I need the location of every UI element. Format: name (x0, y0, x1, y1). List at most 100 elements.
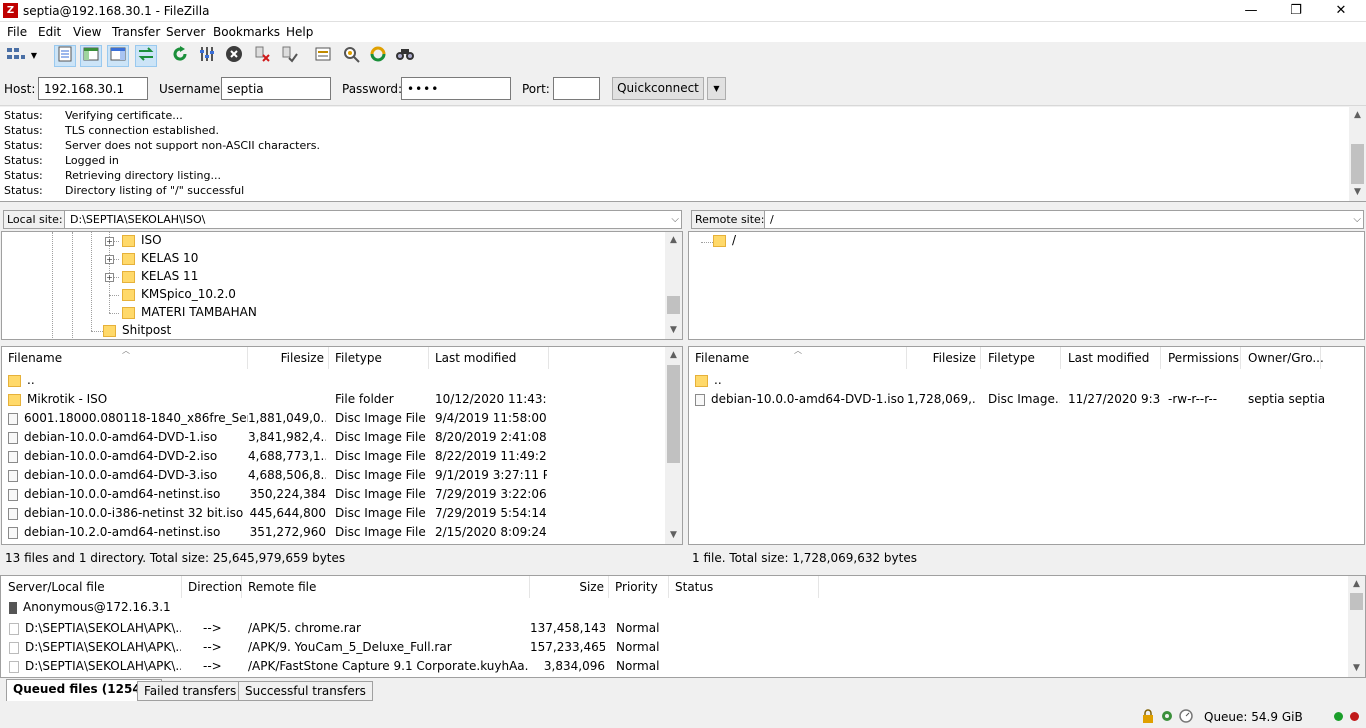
disconnect-icon[interactable] (251, 45, 273, 67)
process-queue-icon[interactable] (196, 45, 218, 67)
file-row[interactable]: Mikrotik - ISO File folder 10/12/2020 11:4… (2, 390, 682, 409)
search-icon[interactable] (394, 45, 416, 67)
toggle-remote-tree-icon[interactable] (107, 45, 129, 67)
file-row[interactable]: debian-10.0.0-amd64-DVD-2.iso 4,688,773,1… (2, 447, 682, 466)
username-input[interactable]: septia (221, 77, 331, 100)
close-button[interactable]: ✕ (1318, 0, 1364, 22)
expand-icon[interactable]: + (105, 255, 114, 264)
quickconnect-button[interactable]: Quickconnect (612, 77, 704, 100)
column-header-remote-file[interactable]: Remote file (242, 576, 530, 598)
scroll-thumb[interactable] (1350, 593, 1363, 610)
file-row[interactable]: debian-10.0.0-amd64-DVD-1.iso 3,841,982,4… (2, 428, 682, 447)
chevron-down-icon[interactable]: ⌵ (671, 214, 679, 225)
cancel-icon[interactable] (223, 45, 245, 67)
minimize-button[interactable]: — (1228, 0, 1274, 22)
queue-server-row[interactable]: Anonymous@172.16.3.1 (9, 600, 171, 619)
menu-file[interactable]: File (7, 25, 27, 39)
scroll-up-icon[interactable]: ▲ (665, 347, 682, 364)
column-header-server-local[interactable]: Server/Local file (1, 576, 182, 598)
scroll-down-icon[interactable]: ▼ (665, 322, 682, 339)
menu-transfer[interactable]: Transfer (112, 25, 160, 39)
file-row[interactable]: debian-10.0.0-i386-netinst 32 bit.iso 445… (2, 504, 682, 523)
scroll-down-icon[interactable]: ▼ (1349, 184, 1366, 201)
tree-node[interactable]: KELAS 10 (122, 251, 198, 269)
speed-limit-icon[interactable] (1179, 709, 1193, 723)
scroll-thumb[interactable] (1351, 144, 1364, 184)
refresh-icon[interactable] (169, 45, 191, 67)
column-header-owner[interactable]: Owner/Gro... (1241, 347, 1324, 369)
menu-server[interactable]: Server (166, 25, 205, 39)
tree-node[interactable]: KMSpico_10.2.0 (122, 287, 236, 305)
file-row[interactable]: debian-10.2.0-amd64-netinst.iso 351,272,9… (2, 523, 682, 542)
column-header-filesize[interactable]: Filesize (907, 347, 981, 369)
tree-node[interactable]: Shitpost (103, 323, 171, 341)
port-input[interactable] (553, 77, 600, 100)
toggle-local-tree-icon[interactable] (80, 45, 102, 67)
queue-scrollbar[interactable]: ▲ ▼ (1348, 576, 1365, 677)
file-row[interactable]: .. (2, 371, 682, 390)
local-file-cell: D:\SEPTIA\SEKOLAH\APK\... (9, 621, 181, 635)
local-path-input[interactable]: D:\SEPTIA\SEKOLAH\ISO\ ⌵ (64, 210, 682, 229)
file-row[interactable]: .. (689, 371, 1364, 390)
restore-button[interactable]: ❐ (1273, 0, 1319, 22)
column-header-direction[interactable]: Direction (182, 576, 242, 598)
column-header-modified[interactable]: Last modified (1061, 347, 1161, 369)
column-header-filetype[interactable]: Filetype (981, 347, 1061, 369)
column-header-size[interactable]: Size (530, 576, 609, 598)
menu-help[interactable]: Help (286, 25, 313, 39)
file-row[interactable]: debian-10.0.0-amd64-DVD-1.iso 1,728,069,.… (689, 390, 1364, 409)
sort-up-icon: ︿ (794, 346, 802, 355)
tree-node[interactable]: / (713, 233, 736, 251)
host-input[interactable]: 192.168.30.1 (38, 77, 148, 100)
compare-icon[interactable] (340, 45, 362, 67)
file-icon (8, 450, 18, 463)
queue-row[interactable]: D:\SEPTIA\SEKOLAH\APK\... --> /APK/FastSto… (1, 657, 1365, 676)
remote-path-input[interactable]: / ⌵ (764, 210, 1364, 229)
scroll-up-icon[interactable]: ▲ (665, 232, 682, 249)
scroll-up-icon[interactable]: ▲ (1348, 576, 1365, 593)
local-tree-scrollbar[interactable]: ▲ ▼ (665, 232, 682, 339)
filter-icon[interactable] (312, 45, 334, 67)
column-header-permissions[interactable]: Permissions (1161, 347, 1241, 369)
local-list-scrollbar[interactable]: ▲ ▼ (665, 347, 682, 544)
scroll-up-icon[interactable]: ▲ (1349, 107, 1366, 124)
column-header-priority[interactable]: Priority (609, 576, 669, 598)
gear-icon[interactable] (1160, 709, 1174, 723)
file-row[interactable]: debian-10.0.0-amd64-netinst.iso 350,224,3… (2, 485, 682, 504)
password-input[interactable]: •••• (401, 77, 511, 100)
queue-row[interactable]: D:\SEPTIA\SEKOLAH\APK\... --> /APK/9. YouC… (1, 638, 1365, 657)
column-header-filetype[interactable]: Filetype (329, 347, 429, 369)
column-header-filesize[interactable]: Filesize (248, 347, 329, 369)
tree-node[interactable]: KELAS 11 (122, 269, 198, 287)
reconnect-icon[interactable] (278, 45, 300, 67)
tab-failed-transfers[interactable]: Failed transfers (137, 681, 244, 701)
scroll-thumb[interactable] (667, 365, 680, 463)
sync-browse-icon[interactable] (367, 45, 389, 67)
chevron-down-icon[interactable]: ⌵ (1353, 214, 1361, 225)
quickconnect-dropdown-icon[interactable]: ▼ (707, 77, 726, 100)
menu-bookmarks[interactable]: Bookmarks (213, 25, 280, 39)
scroll-down-icon[interactable]: ▼ (1348, 660, 1365, 677)
scroll-thumb[interactable] (667, 296, 680, 314)
menu-view[interactable]: View (73, 25, 101, 39)
tree-node[interactable]: MATERI TAMBAHAN (122, 305, 257, 323)
folder-icon (122, 234, 135, 247)
site-manager-icon[interactable] (5, 45, 27, 67)
tree-node[interactable]: ISO (122, 233, 162, 251)
expand-icon[interactable]: + (105, 273, 114, 282)
queue-row[interactable]: D:\SEPTIA\SEKOLAH\APK\... --> /APK/5. chro… (1, 619, 1365, 638)
log-scrollbar[interactable]: ▲ ▼ (1349, 107, 1366, 201)
folder-icon (122, 288, 135, 301)
toggle-log-icon[interactable] (54, 45, 76, 67)
dropdown-arrow-icon[interactable]: ▼ (27, 45, 41, 67)
column-header-modified[interactable]: Last modified (429, 347, 549, 369)
toggle-queue-icon[interactable] (135, 45, 157, 67)
scroll-down-icon[interactable]: ▼ (665, 527, 682, 544)
menu-edit[interactable]: Edit (38, 25, 61, 39)
file-row[interactable]: 6001.18000.080118-1840_x86fre_Server_e..… (2, 409, 682, 428)
column-header-status[interactable]: Status (669, 576, 819, 598)
remote-file-cell: /APK/FastStone Capture 9.1 Corporate.kuy… (248, 659, 528, 673)
expand-icon[interactable]: + (105, 237, 114, 246)
file-row[interactable]: debian-10.0.0-amd64-DVD-3.iso 4,688,506,8… (2, 466, 682, 485)
tab-successful-transfers[interactable]: Successful transfers (238, 681, 373, 701)
